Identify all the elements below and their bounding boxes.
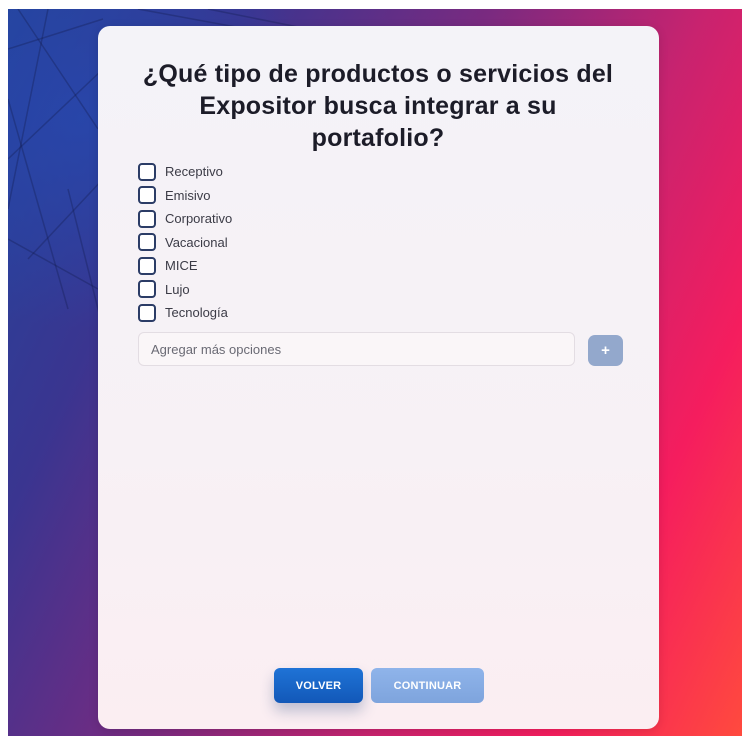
option-label: Receptivo [165, 164, 223, 180]
add-option-button[interactable]: + [588, 335, 623, 366]
option-label: Tecnología [165, 305, 228, 321]
checkbox[interactable] [138, 280, 156, 299]
option-label: Vacacional [165, 234, 228, 250]
checkbox[interactable] [138, 209, 156, 228]
option-lujo[interactable]: Lujo [138, 278, 232, 302]
option-label: Emisivo [165, 187, 211, 203]
option-receptivo[interactable]: Receptivo [138, 160, 232, 184]
option-label: MICE [165, 258, 198, 274]
option-label: Lujo [165, 281, 190, 297]
add-option-input[interactable] [138, 332, 575, 366]
question-card: ¿Qué tipo de productos o servicios del E… [98, 26, 659, 729]
checkbox[interactable] [138, 303, 156, 322]
checkbox[interactable] [138, 162, 156, 181]
option-label: Corporativo [165, 211, 233, 227]
checkbox[interactable] [138, 186, 156, 205]
back-button[interactable]: VOLVER [274, 668, 363, 703]
option-vacacional[interactable]: Vacacional [138, 231, 232, 255]
option-tecnologia[interactable]: Tecnología [138, 301, 232, 325]
checkbox[interactable] [138, 256, 156, 275]
option-emisivo[interactable]: Emisivo [138, 184, 232, 208]
question-title: ¿Qué tipo de productos o servicios del E… [142, 60, 614, 152]
options-list: Receptivo Emisivo Corporativo Vacacional… [138, 160, 232, 325]
option-mice[interactable]: MICE [138, 254, 232, 278]
option-corporativo[interactable]: Corporativo [138, 207, 232, 231]
continue-button[interactable]: CONTINUAR [371, 668, 484, 703]
checkbox[interactable] [138, 233, 156, 252]
